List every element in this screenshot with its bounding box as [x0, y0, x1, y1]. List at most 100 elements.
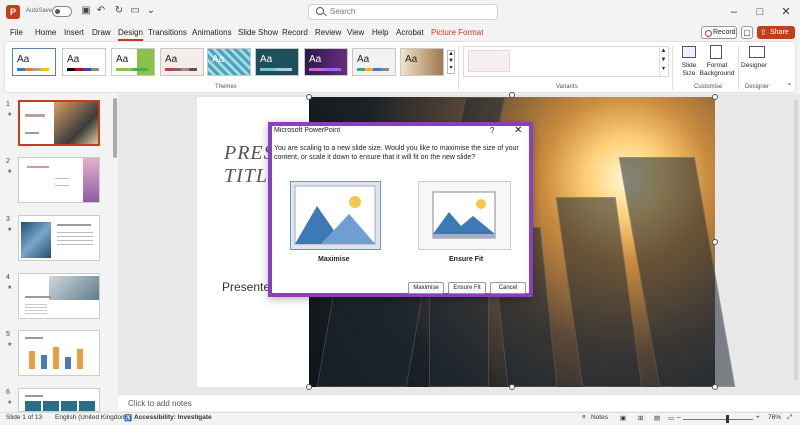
variant-1[interactable]: [468, 50, 510, 72]
slide-thumbnail-2[interactable]: [18, 157, 100, 203]
themes-more-button[interactable]: ▲ ▼ ▾: [447, 50, 455, 74]
tab-file[interactable]: File: [10, 28, 23, 37]
normal-view-icon[interactable]: ▣: [620, 414, 626, 422]
zoom-level[interactable]: 76%: [768, 414, 781, 421]
tab-design[interactable]: Design: [118, 28, 143, 41]
slide-thumbnail-6[interactable]: [18, 388, 100, 412]
ribbon-separator: [738, 46, 739, 90]
tab-view[interactable]: View: [347, 28, 364, 37]
collapse-ribbon-icon[interactable]: ⌃: [786, 82, 793, 91]
cancel-button[interactable]: Cancel: [490, 282, 526, 294]
canvas-scrollbar[interactable]: [794, 100, 798, 380]
fit-to-window-icon[interactable]: ⤢: [787, 414, 792, 422]
group-label-designer: Designer: [745, 84, 770, 90]
tab-animations[interactable]: Animations: [192, 28, 232, 37]
tab-transitions[interactable]: Transitions: [148, 28, 187, 37]
accessibility-status[interactable]: Accessibility: Investigate: [134, 414, 212, 421]
ensure-fit-button[interactable]: Ensure Fit: [448, 282, 486, 294]
group-label-themes: Themes: [215, 84, 237, 90]
theme-office[interactable]: Aa: [12, 48, 56, 76]
thumbnail-star-icon: ★: [7, 400, 13, 406]
thumbnail-number: 3: [6, 216, 10, 223]
tab-acrobat[interactable]: Acrobat: [396, 28, 424, 37]
notes-placeholder[interactable]: Click to add notes: [128, 399, 192, 408]
customise-quick-access-icon[interactable]: ⌄: [145, 5, 157, 17]
tab-help[interactable]: Help: [372, 28, 388, 37]
present-icon[interactable]: ▭: [129, 5, 141, 17]
slide-thumbnail-1[interactable]: [18, 100, 100, 146]
tab-home[interactable]: Home: [35, 28, 56, 37]
slide-thumbnail-3[interactable]: [18, 215, 100, 261]
dialog-close-icon[interactable]: ✕: [514, 125, 522, 136]
record-button[interactable]: Record: [701, 26, 737, 39]
close-icon[interactable]: ✕: [774, 4, 798, 20]
resize-handle[interactable]: [509, 384, 515, 390]
zoom-out-button[interactable]: –: [677, 414, 681, 421]
redo-icon[interactable]: ↻: [113, 5, 125, 17]
thumbnail-star-icon: ★: [7, 112, 13, 118]
ribbon-separator: [458, 46, 459, 90]
undo-icon[interactable]: ↶: [95, 5, 107, 17]
rotate-handle[interactable]: [509, 92, 515, 98]
tab-slide-show[interactable]: Slide Show: [238, 28, 278, 37]
theme-8[interactable]: Aa: [352, 48, 396, 76]
slideshow-icon[interactable]: ▭: [668, 414, 674, 422]
notes-pane[interactable]: [118, 394, 800, 411]
slide-sorter-icon[interactable]: ⊞: [638, 414, 643, 422]
theme-2[interactable]: Aa: [62, 48, 106, 76]
ensure-fit-option-label: Ensure Fit: [449, 256, 484, 263]
designer-button[interactable]: Designer: [741, 62, 767, 69]
comments-icon[interactable]: ▢: [741, 26, 753, 39]
theme-6[interactable]: Aa: [255, 48, 299, 76]
restore-icon[interactable]: □: [748, 4, 772, 20]
resize-handle[interactable]: [306, 384, 312, 390]
language-indicator[interactable]: English (United Kingdom): [55, 414, 129, 421]
slide-presenter-text[interactable]: Presenter: [222, 280, 274, 294]
slide-thumbnail-4[interactable]: [18, 273, 100, 319]
notes-button[interactable]: Notes: [591, 414, 608, 421]
dialog-title: Microsoft PowerPoint: [274, 127, 341, 134]
zoom-slider[interactable]: [683, 419, 753, 420]
tab-review[interactable]: Review: [315, 28, 341, 37]
resize-handle[interactable]: [712, 384, 718, 390]
zoom-in-button[interactable]: +: [756, 414, 760, 421]
thumbnail-star-icon: ★: [7, 342, 13, 348]
resize-handle[interactable]: [712, 94, 718, 100]
search-icon: [316, 7, 324, 15]
tab-picture-format[interactable]: Picture Format: [431, 28, 483, 37]
theme-3[interactable]: Aa: [111, 48, 155, 76]
tab-record[interactable]: Record: [282, 28, 308, 37]
theme-4[interactable]: Aa: [160, 48, 204, 76]
ensure-fit-picture-icon: [432, 191, 496, 239]
resize-handle[interactable]: [712, 239, 718, 245]
group-label-variants: Variants: [556, 84, 578, 90]
thumbnails-scrollbar[interactable]: [113, 98, 117, 158]
zoom-slider-thumb[interactable]: [726, 415, 729, 423]
thumbnail-star-icon: ★: [7, 285, 13, 291]
maximise-option[interactable]: [290, 181, 381, 250]
variants-more-button[interactable]: ▲ ▼ ▾: [659, 47, 667, 76]
resize-handle[interactable]: [306, 94, 312, 100]
designer-icon[interactable]: [749, 46, 765, 58]
tab-insert[interactable]: Insert: [64, 28, 84, 37]
share-button[interactable]: Share: [757, 26, 795, 39]
tab-draw[interactable]: Draw: [92, 28, 111, 37]
thumbnail-number: 6: [6, 389, 10, 396]
theme-9[interactable]: Aa: [400, 48, 444, 76]
thumbnail-number: 4: [6, 274, 10, 281]
format-background-button[interactable]: Format Background: [698, 62, 736, 78]
theme-5[interactable]: Aa: [207, 48, 251, 76]
autosave-label: AutoSave: [26, 8, 53, 14]
theme-7[interactable]: Aa: [304, 48, 348, 76]
ensure-fit-option[interactable]: [418, 181, 511, 250]
save-icon[interactable]: ▣: [80, 5, 92, 17]
slide-size-icon[interactable]: [682, 46, 696, 58]
autosave-toggle[interactable]: [52, 6, 72, 17]
slide-thumbnail-5[interactable]: [18, 330, 100, 376]
format-background-icon[interactable]: [710, 45, 722, 59]
reading-view-icon[interactable]: ▤: [654, 414, 660, 422]
minimise-icon[interactable]: –: [722, 4, 746, 20]
help-icon[interactable]: ?: [490, 126, 494, 135]
maximise-button[interactable]: Maximise: [408, 282, 444, 294]
maximise-picture-icon: [294, 185, 376, 245]
